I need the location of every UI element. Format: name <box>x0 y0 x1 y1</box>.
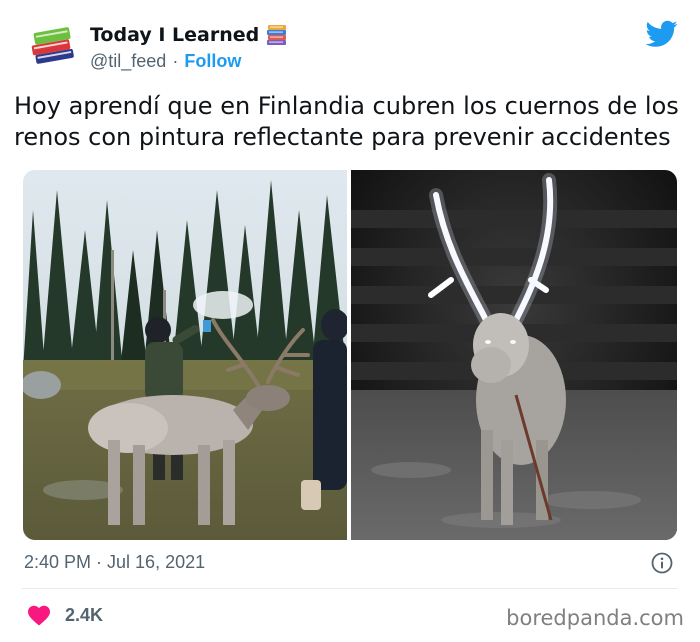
info-icon[interactable] <box>651 552 673 574</box>
tweet-text: Hoy aprendí que en Finlandia cubren los … <box>14 92 679 151</box>
heart-icon[interactable] <box>27 604 51 626</box>
watermark: boredpanda.com <box>506 606 684 630</box>
stack-of-books-icon[interactable] <box>28 22 78 72</box>
author-display-name[interactable]: Today I Learned <box>90 24 259 46</box>
tweet-card: Today I Learned @til_feed · Follow Hoy a… <box>0 0 700 642</box>
media-grid <box>23 170 677 540</box>
divider <box>22 588 678 589</box>
photo-reindeer-night-reflective-antlers[interactable] <box>351 170 677 540</box>
photo-reindeer-daytime[interactable] <box>23 170 347 540</box>
twitter-bird-icon[interactable] <box>645 20 678 48</box>
tweet-timestamp[interactable]: 2:40 PM · Jul 16, 2021 <box>24 552 205 573</box>
separator-dot: · <box>172 51 179 71</box>
like-count: 2.4K <box>65 604 104 625</box>
author-handle[interactable]: @til_feed <box>90 51 166 72</box>
books-icon <box>265 24 289 46</box>
like-action[interactable]: 2.4K <box>27 604 103 626</box>
follow-button[interactable]: Follow <box>184 51 241 72</box>
author-handle-row: @til_feed · Follow <box>90 51 241 72</box>
author-name-row: Today I Learned <box>90 24 289 46</box>
